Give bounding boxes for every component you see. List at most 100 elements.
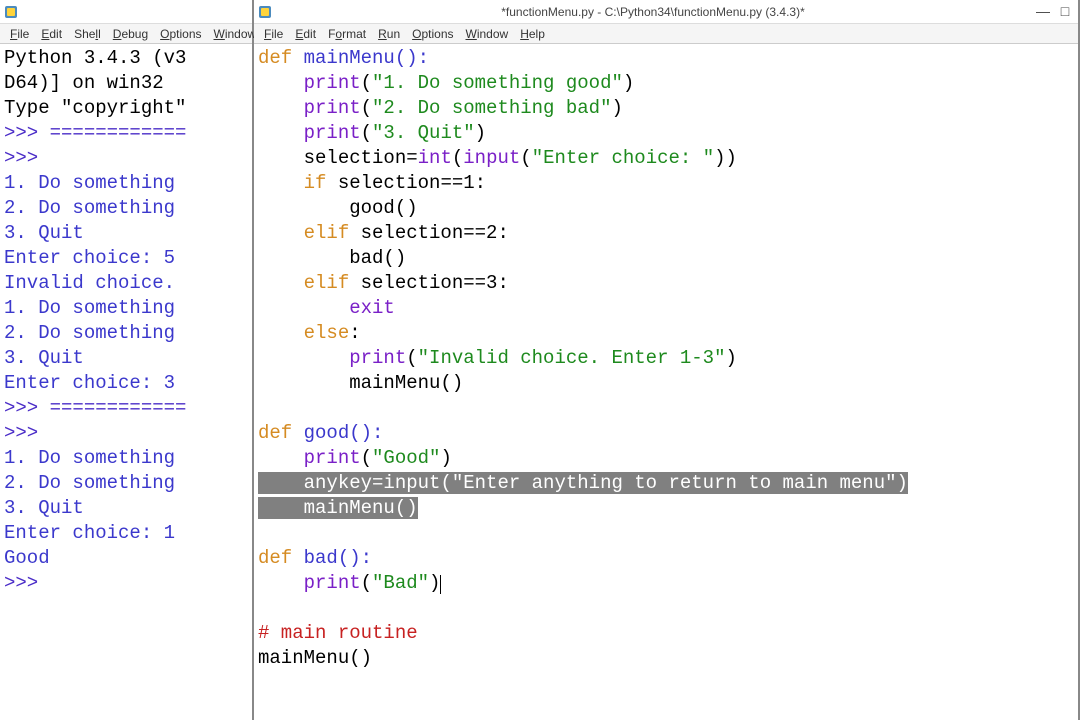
- shell-out-enter1: Enter choice: 1: [4, 522, 175, 544]
- comment-main: # main routine: [258, 622, 418, 644]
- recurse2: mainMenu(): [258, 497, 418, 519]
- paren: (: [452, 147, 463, 169]
- str6: "Good": [372, 447, 440, 469]
- recurse: mainMenu(): [258, 372, 463, 394]
- fn-mainmenu: mainMenu():: [292, 47, 429, 69]
- editor-menubar: File Edit Format Run Options Window Help: [254, 24, 1078, 44]
- shell-out-menu1a: 1. Do something: [4, 172, 175, 194]
- call-bad: bad(): [258, 247, 406, 269]
- paren: ): [611, 97, 622, 119]
- shell-out-good: Good: [4, 547, 50, 569]
- shell-menu-edit[interactable]: Edit: [35, 27, 68, 41]
- shell-header-line1: Python 3.4.3 (v3: [4, 47, 186, 69]
- editor-menu-help[interactable]: Help: [514, 27, 551, 41]
- print-pre: [258, 347, 349, 369]
- sel-assign: selection=: [258, 147, 418, 169]
- shell-pane: File Edit Shell Debug Options Window Pyt…: [0, 0, 254, 720]
- str2: "2. Do something bad": [372, 97, 611, 119]
- shell-out-menu3c: 3. Quit: [4, 497, 84, 519]
- anykey-pre: anykey=: [258, 472, 383, 494]
- exit-call: exit: [349, 297, 395, 319]
- minimize-button[interactable]: —: [1034, 4, 1052, 20]
- shell-out-menu3b: 3. Quit: [4, 347, 84, 369]
- paren: (: [361, 97, 372, 119]
- shell-menu-debug[interactable]: Debug: [107, 27, 154, 41]
- cond3: selection==3:: [349, 272, 509, 294]
- input-call: input: [463, 147, 520, 169]
- print1: print: [304, 72, 361, 94]
- editor-menu-run[interactable]: Run: [372, 27, 406, 41]
- text-cursor: [440, 575, 441, 594]
- str8: "Bad": [372, 572, 429, 594]
- python-icon: [4, 5, 18, 19]
- shell-restart-sep: >>> ============: [4, 122, 186, 144]
- paren: ): [897, 472, 908, 494]
- paren: ): [475, 122, 486, 144]
- shell-out-menu1b: 1. Do something: [4, 297, 175, 319]
- str5: "Invalid choice. Enter 1-3": [418, 347, 726, 369]
- paren: )): [714, 147, 737, 169]
- editor-title: *functionMenu.py - C:\Python34\functionM…: [276, 5, 1030, 19]
- shell-menu-options[interactable]: Options: [154, 27, 207, 41]
- editor-titlebar: *functionMenu.py - C:\Python34\functionM…: [254, 0, 1078, 24]
- shell-output[interactable]: Python 3.4.3 (v3 D64)] on win32 Type "co…: [0, 44, 252, 720]
- shell-out-menu2b: 2. Do something: [4, 322, 175, 344]
- editor-menu-format[interactable]: Format: [322, 27, 372, 41]
- cond1: selection==1:: [326, 172, 486, 194]
- shell-out-enter5: Enter choice: 5: [4, 247, 175, 269]
- print5: print: [304, 447, 361, 469]
- shell-header-line3: Type "copyright": [4, 97, 186, 119]
- input2: input: [383, 472, 440, 494]
- editor-menu-options[interactable]: Options: [406, 27, 459, 41]
- cond2: selection==2:: [349, 222, 509, 244]
- shell-header-line2: D64)] on win32: [4, 72, 164, 94]
- shell-menu-file[interactable]: File: [4, 27, 35, 41]
- bad-pre: [258, 572, 304, 594]
- int-call: int: [418, 147, 452, 169]
- str1: "1. Do something good": [372, 72, 623, 94]
- shell-menubar: File Edit Shell Debug Options Window: [0, 24, 252, 44]
- fn-good: good():: [292, 422, 383, 444]
- shell-out-menu2a: 2. Do something: [4, 197, 175, 219]
- kw-def: def: [258, 47, 292, 69]
- paren: ): [726, 347, 737, 369]
- shell-out-menu2c: 2. Do something: [4, 472, 175, 494]
- shell-titlebar: [0, 0, 252, 24]
- paren: (: [361, 72, 372, 94]
- colon: :: [349, 322, 360, 344]
- str3: "3. Quit": [372, 122, 475, 144]
- maximize-button[interactable]: □: [1056, 4, 1074, 20]
- shell-out-enter3: Enter choice: 3: [4, 372, 175, 394]
- kw-def2: def: [258, 422, 292, 444]
- paren: (: [440, 472, 451, 494]
- paren: (: [361, 122, 372, 144]
- str4: "Enter choice: ": [532, 147, 714, 169]
- shell-menu-shell[interactable]: Shell: [68, 27, 107, 41]
- print3: print: [304, 122, 361, 144]
- editor-pane: *functionMenu.py - C:\Python34\functionM…: [254, 0, 1080, 720]
- editor-menu-edit[interactable]: Edit: [289, 27, 322, 41]
- paren: (: [361, 572, 372, 594]
- shell-out-menu3a: 3. Quit: [4, 222, 84, 244]
- shell-prompt: >>>: [4, 147, 50, 169]
- shell-out-invalid: Invalid choice.: [4, 272, 175, 294]
- kw-def3: def: [258, 547, 292, 569]
- call-mainmenu: mainMenu(): [258, 647, 372, 669]
- call-good: good(): [258, 197, 418, 219]
- editor-code[interactable]: def mainMenu(): print("1. Do something g…: [254, 44, 1078, 720]
- paren: (: [361, 447, 372, 469]
- paren: ): [623, 72, 634, 94]
- paren: (: [406, 347, 417, 369]
- selected-text: anykey=input("Enter anything to return t…: [258, 472, 908, 519]
- editor-menu-file[interactable]: File: [258, 27, 289, 41]
- shell-out-menu1c: 1. Do something: [4, 447, 175, 469]
- exit-pre: [258, 297, 349, 319]
- print6: print: [304, 572, 361, 594]
- paren: ): [440, 447, 451, 469]
- good-pre: [258, 447, 304, 469]
- str7: "Enter anything to return to main menu": [452, 472, 897, 494]
- shell-prompt3: >>>: [4, 572, 50, 594]
- kw-if: if: [304, 172, 327, 194]
- fn-bad: bad():: [292, 547, 372, 569]
- editor-menu-window[interactable]: Window: [460, 27, 515, 41]
